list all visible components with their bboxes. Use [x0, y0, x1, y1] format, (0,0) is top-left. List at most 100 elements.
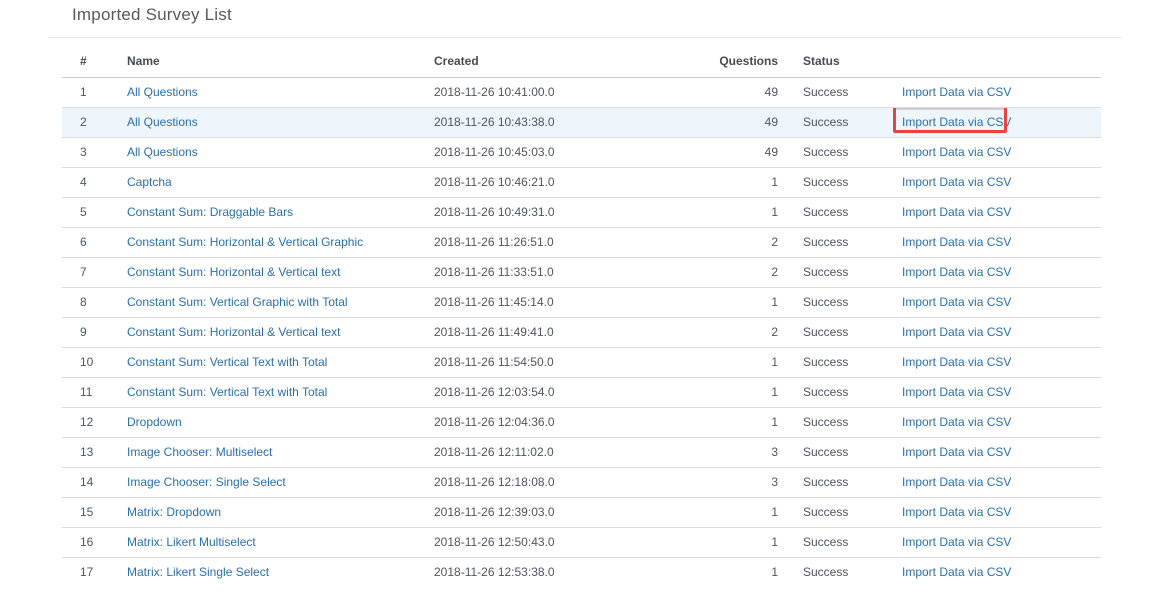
survey-name-link[interactable]: All Questions: [127, 115, 198, 129]
survey-name-link[interactable]: Matrix: Likert Single Select: [127, 565, 269, 579]
action-cell: Import Data via CSV: [877, 227, 1101, 257]
survey-name-link[interactable]: Dropdown: [127, 415, 182, 429]
import-data-csv-link[interactable]: Import Data via CSV: [902, 85, 1011, 99]
row-number-cell: 6: [62, 227, 118, 257]
status-cell: Success: [781, 287, 877, 317]
status-cell: Success: [781, 107, 877, 137]
action-cell: Import Data via CSV: [877, 347, 1101, 377]
table-row: 13Image Chooser: Multiselect2018-11-26 1…: [62, 437, 1101, 467]
table-row: 1All Questions2018-11-26 10:41:00.049Suc…: [62, 77, 1101, 107]
import-data-csv-link[interactable]: Import Data via CSV: [902, 205, 1011, 219]
col-header-num: #: [62, 45, 118, 77]
row-number-cell: 8: [62, 287, 118, 317]
status-cell: Success: [781, 317, 877, 347]
row-number-cell: 10: [62, 347, 118, 377]
created-cell: 2018-11-26 11:45:14.0: [426, 287, 712, 317]
survey-name-cell: All Questions: [118, 137, 426, 167]
survey-name-link[interactable]: Captcha: [127, 175, 172, 189]
import-data-csv-link[interactable]: Import Data via CSV: [902, 265, 1011, 279]
created-cell: 2018-11-26 10:41:00.0: [426, 77, 712, 107]
questions-count-cell: 1: [712, 377, 781, 407]
questions-count-cell: 1: [712, 497, 781, 527]
import-data-csv-link[interactable]: Import Data via CSV: [902, 415, 1011, 429]
table-row: 10 Constant Sum: Vertical Text with Total…: [62, 347, 1101, 377]
action-cell: Import Data via CSV: [877, 167, 1101, 197]
questions-count-cell: 1: [712, 167, 781, 197]
questions-count-cell: 2: [712, 257, 781, 287]
created-cell: 2018-11-26 11:54:50.0: [426, 347, 712, 377]
created-cell: 2018-11-26 10:43:38.0: [426, 107, 712, 137]
created-cell: 2018-11-26 11:49:41.0: [426, 317, 712, 347]
questions-count-cell: 1: [712, 527, 781, 557]
questions-count-cell: 49: [712, 107, 781, 137]
survey-name-link[interactable]: Image Chooser: Multiselect: [127, 445, 272, 459]
survey-name-link[interactable]: Constant Sum: Horizontal & Vertical Grap…: [127, 235, 363, 249]
import-data-csv-link[interactable]: Import Data via CSV: [902, 145, 1011, 159]
import-data-csv-link[interactable]: Import Data via CSV: [902, 445, 1011, 459]
status-cell: Success: [781, 167, 877, 197]
row-number-cell: 13: [62, 437, 118, 467]
survey-name-link[interactable]: Constant Sum: Horizontal & Vertical text: [127, 325, 340, 339]
survey-name-link[interactable]: Constant Sum: Vertical Text with Total: [127, 355, 327, 369]
status-cell: Success: [781, 557, 877, 587]
import-data-csv-link[interactable]: Import Data via CSV: [902, 505, 1011, 519]
survey-name-cell: Constant Sum: Horizontal & Vertical Grap…: [118, 227, 426, 257]
import-data-csv-link[interactable]: Import Data via CSV: [902, 535, 1011, 549]
survey-name-link[interactable]: Matrix: Dropdown: [127, 505, 221, 519]
survey-name-cell: Constant Sum: Vertical Graphic with Tota…: [118, 287, 426, 317]
table-row: 9Constant Sum: Horizontal & Vertical tex…: [62, 317, 1101, 347]
action-cell: Import Data via CSV: [877, 137, 1101, 167]
status-cell: Success: [781, 407, 877, 437]
status-cell: Success: [781, 437, 877, 467]
status-cell: Success: [781, 347, 877, 377]
table-row: 7Constant Sum: Horizontal & Vertical tex…: [62, 257, 1101, 287]
survey-name-cell: Constant Sum: Draggable Bars: [118, 197, 426, 227]
import-data-csv-link[interactable]: Import Data via CSV: [902, 565, 1011, 579]
row-number-cell: 16: [62, 527, 118, 557]
import-data-csv-link[interactable]: Import Data via CSV: [902, 115, 1011, 129]
table-row: 5Constant Sum: Draggable Bars2018-11-26 …: [62, 197, 1101, 227]
import-data-csv-link[interactable]: Import Data via CSV: [902, 325, 1011, 339]
import-data-csv-link[interactable]: Import Data via CSV: [902, 175, 1011, 189]
survey-name-cell: Image Chooser: Single Select: [118, 467, 426, 497]
survey-name-link[interactable]: Constant Sum: Horizontal & Vertical text: [127, 265, 340, 279]
created-cell: 2018-11-26 12:39:03.0: [426, 497, 712, 527]
action-cell: Import Data via CSV: [877, 287, 1101, 317]
import-data-csv-link[interactable]: Import Data via CSV: [902, 295, 1011, 309]
survey-name-link[interactable]: Image Chooser: Single Select: [127, 475, 286, 489]
row-number-cell: 17: [62, 557, 118, 587]
imported-survey-table: # Name Created Questions Status 1All Que…: [62, 45, 1101, 587]
import-data-csv-link[interactable]: Import Data via CSV: [902, 385, 1011, 399]
import-data-csv-link[interactable]: Import Data via CSV: [902, 235, 1011, 249]
title-divider: [48, 37, 1122, 38]
row-number-cell: 15: [62, 497, 118, 527]
col-header-created: Created: [426, 45, 712, 77]
row-number-cell: 1: [62, 77, 118, 107]
survey-name-cell: Dropdown: [118, 407, 426, 437]
questions-count-cell: 49: [712, 137, 781, 167]
survey-name-link[interactable]: All Questions: [127, 145, 198, 159]
questions-count-cell: 1: [712, 557, 781, 587]
survey-name-link[interactable]: Matrix: Likert Multiselect: [127, 535, 256, 549]
row-number-cell: 4: [62, 167, 118, 197]
col-header-status: Status: [781, 45, 877, 77]
table-row: 6 Constant Sum: Horizontal & Vertical Gra…: [62, 227, 1101, 257]
table-row: 3All Questions2018-11-26 10:45:03.049Suc…: [62, 137, 1101, 167]
survey-name-link[interactable]: Constant Sum: Draggable Bars: [127, 205, 293, 219]
table-row: 4Captcha2018-11-26 10:46:21.01SuccessImp…: [62, 167, 1101, 197]
row-number-cell: 3: [62, 137, 118, 167]
questions-count-cell: 49: [712, 77, 781, 107]
table-row: 14Image Chooser: Single Select2018-11-26…: [62, 467, 1101, 497]
survey-name-link[interactable]: Constant Sum: Vertical Graphic with Tota…: [127, 295, 348, 309]
action-cell: Import Data via CSV: [877, 557, 1101, 587]
survey-name-link[interactable]: Constant Sum: Vertical Text with Total: [127, 385, 327, 399]
created-cell: 2018-11-26 12:04:36.0: [426, 407, 712, 437]
import-data-csv-link[interactable]: Import Data via CSV: [902, 475, 1011, 489]
survey-name-link[interactable]: All Questions: [127, 85, 198, 99]
action-cell: Import Data via CSV: [877, 437, 1101, 467]
table-row: 2All Questions2018-11-26 10:43:38.049Suc…: [62, 107, 1101, 137]
status-cell: Success: [781, 527, 877, 557]
status-cell: Success: [781, 377, 877, 407]
questions-count-cell: 1: [712, 197, 781, 227]
import-data-csv-link[interactable]: Import Data via CSV: [902, 355, 1011, 369]
